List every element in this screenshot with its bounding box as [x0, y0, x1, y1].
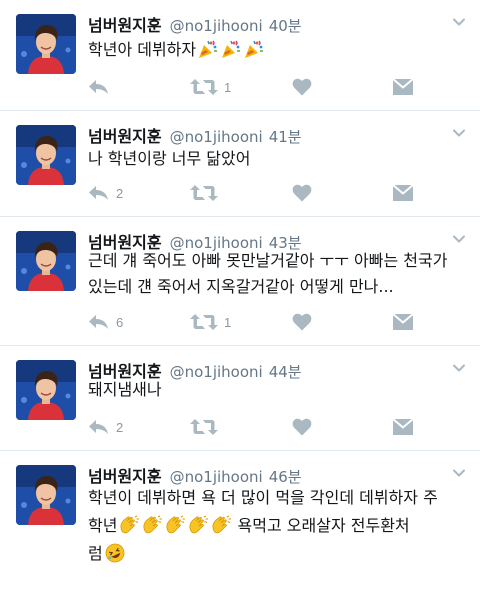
tweet[interactable]: 넘버원지훈 @no1jihooni 44분 돼지냄새나 2 — [0, 346, 480, 451]
tweet-text-line: 있는데 걘 죽어서 지옥갈거같아 어떻게 만나... — [88, 277, 394, 296]
tweet-actions: 2 — [88, 181, 428, 205]
direct-message-button[interactable] — [392, 310, 414, 334]
clapping-hands-icon — [210, 515, 232, 535]
heart-icon — [292, 418, 312, 436]
reply-icon — [88, 184, 110, 202]
tweet-text: 나 학년이랑 너무 닮았어 — [88, 146, 458, 172]
tweet-text: 학년이 데뷔하면 욕 더 많이 먹을 각인데 데뷔하자 주 학년 욕먹고 오래살… — [88, 484, 458, 568]
heart-icon — [292, 313, 312, 331]
tweet-text-line: 럼 — [88, 544, 103, 563]
timeline-feed: 넘버원지훈 @no1jihooni 40분 학년아 데뷔하자 1 넘버원지훈 @… — [0, 0, 480, 615]
chevron-down-icon[interactable] — [452, 125, 466, 139]
envelope-icon — [392, 78, 414, 96]
avatar[interactable] — [16, 465, 76, 525]
reply-button[interactable]: 6 — [88, 310, 123, 334]
envelope-icon — [392, 313, 414, 331]
tweet-text-line: 학년이 데뷔하면 욕 더 많이 먹을 각인데 데뷔하자 주 — [88, 488, 438, 507]
tweet[interactable]: 넘버원지훈 @no1jihooni 40분 학년아 데뷔하자 1 — [0, 0, 480, 111]
tweet[interactable]: 넘버원지훈 @no1jihooni 41분 나 학년이랑 너무 닮았어 2 — [0, 111, 480, 217]
tweet-text-line: 학년아 데뷔하자 — [88, 40, 197, 59]
envelope-icon — [392, 184, 414, 202]
chevron-down-icon[interactable] — [452, 14, 466, 28]
heart-icon — [292, 184, 312, 202]
reply-icon — [88, 313, 110, 331]
avatar[interactable] — [16, 125, 76, 185]
clapping-hands-icon — [164, 515, 186, 535]
clapping-hands-icon — [118, 515, 140, 535]
reply-count: 2 — [116, 185, 124, 201]
tweet[interactable]: 넘버원지훈 @no1jihooni 43분 근데 걔 죽어도 아빠 못만날거같아… — [0, 217, 480, 346]
tweet-text-line: 근데 걔 죽어도 아빠 못만날거같아 ㅜㅜ 아빠는 천국가 — [88, 251, 448, 270]
tweet-actions: 1 — [88, 75, 428, 99]
retweet-icon — [190, 313, 218, 331]
avatar[interactable] — [16, 231, 76, 291]
retweet-button[interactable]: 1 — [190, 75, 231, 99]
direct-message-button[interactable] — [392, 75, 414, 99]
retweet-icon — [190, 184, 218, 202]
chevron-down-icon[interactable] — [452, 465, 466, 479]
display-name[interactable]: 넘버원지훈 — [88, 123, 162, 147]
tweet[interactable]: 넘버원지훈 @no1jihooni 46분 학년이 데뷔하면 욕 더 많이 먹을… — [0, 451, 480, 615]
user-handle[interactable]: @no1jihooni — [170, 128, 263, 146]
tweet-text: 근데 걔 죽어도 아빠 못만날거같아 ㅜㅜ 아빠는 천국가 있는데 걘 죽어서 … — [88, 248, 458, 300]
like-button[interactable] — [292, 310, 312, 334]
party-popper-icon — [197, 39, 219, 59]
tweet-text-line: 돼지냄새나 — [88, 380, 162, 399]
tweet-actions: 6 1 — [88, 310, 428, 334]
like-button[interactable] — [292, 75, 312, 99]
rolling-on-floor-laughing-icon — [104, 543, 126, 563]
heart-icon — [292, 78, 312, 96]
retweet-count: 1 — [224, 79, 232, 95]
like-button[interactable] — [292, 415, 312, 439]
retweet-button[interactable]: 1 — [190, 310, 231, 334]
reply-icon — [88, 78, 110, 96]
chevron-down-icon[interactable] — [452, 231, 466, 245]
reply-button[interactable]: 2 — [88, 415, 123, 439]
avatar[interactable] — [16, 360, 76, 420]
tweet-actions: 2 — [88, 415, 428, 439]
timestamp[interactable]: 41분 — [269, 126, 302, 147]
reply-count: 6 — [116, 314, 124, 330]
retweet-count: 1 — [224, 314, 232, 330]
tweet-text: 학년아 데뷔하자 — [88, 37, 458, 63]
party-popper-icon — [243, 39, 265, 59]
reply-button[interactable]: 2 — [88, 181, 123, 205]
reply-count: 2 — [116, 419, 124, 435]
direct-message-button[interactable] — [392, 181, 414, 205]
envelope-icon — [392, 418, 414, 436]
party-popper-icon — [220, 39, 242, 59]
user-handle[interactable]: @no1jihooni — [170, 17, 263, 35]
clapping-hands-icon — [141, 515, 163, 535]
avatar[interactable] — [16, 14, 76, 74]
direct-message-button[interactable] — [392, 415, 414, 439]
tweet-text: 돼지냄새나 — [88, 377, 458, 403]
tweet-header: 넘버원지훈 @no1jihooni 41분 — [88, 123, 302, 147]
clapping-hands-icon — [187, 515, 209, 535]
tweet-text-line: 학년 — [88, 516, 118, 535]
reply-icon — [88, 418, 110, 436]
like-button[interactable] — [292, 181, 312, 205]
timestamp[interactable]: 40분 — [269, 15, 302, 36]
tweet-text-line: 나 학년이랑 너무 닮았어 — [88, 149, 251, 168]
chevron-down-icon[interactable] — [452, 360, 466, 374]
retweet-button[interactable] — [190, 181, 224, 205]
tweet-text-line: 욕먹고 오래살자 전두환처 — [232, 516, 410, 535]
retweet-icon — [190, 78, 218, 96]
tweet-header: 넘버원지훈 @no1jihooni 40분 — [88, 12, 302, 36]
retweet-icon — [190, 418, 218, 436]
reply-button[interactable] — [88, 75, 116, 99]
retweet-button[interactable] — [190, 415, 224, 439]
display-name[interactable]: 넘버원지훈 — [88, 12, 162, 36]
